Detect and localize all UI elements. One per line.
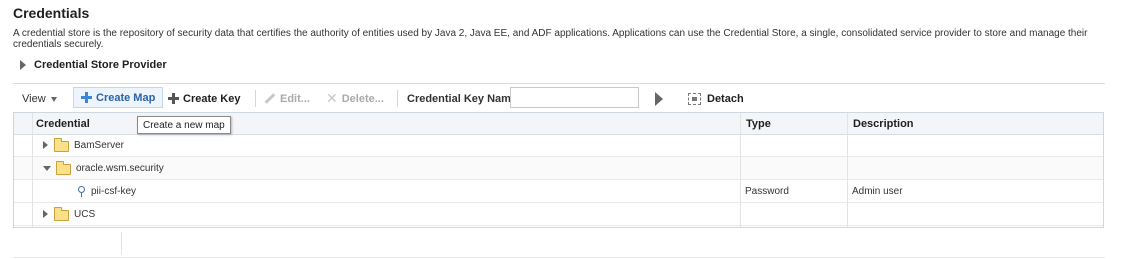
view-menu-label: View [22,92,46,105]
footer-separator [121,232,122,254]
expand-arrow-icon[interactable] [43,141,48,149]
row-header-gutter [14,113,33,227]
detach-icon [688,92,701,105]
column-divider [740,113,741,227]
detach-label: Detach [707,92,744,105]
table-row[interactable]: BamServer [14,134,1103,157]
credential-store-provider-section[interactable]: Credential Store Provider [20,58,167,72]
column-header-description[interactable]: Description [853,113,914,134]
plus-icon [168,93,179,104]
folder-icon [54,137,69,152]
table-row[interactable]: oracle.wsm.security [14,157,1103,180]
credential-name: pii-csf-key [91,185,137,197]
search-go-button[interactable] [655,86,663,111]
provider-section-label: Credential Store Provider [34,59,167,71]
delete-x-icon: ✕ [326,90,338,106]
credential-type: Password [745,185,789,197]
collapse-arrow-icon[interactable] [43,165,51,171]
credential-name: oracle.wsm.security [76,162,164,174]
toolbar: View Create Map Create Key Edit... ✕ Del… [13,86,1105,111]
table-row[interactable]: UCS [14,203,1103,226]
expand-arrow-icon[interactable] [20,60,26,70]
folder-icon [56,160,71,175]
detach-button[interactable]: Detach [688,86,744,111]
table-row[interactable]: pii-csf-key Password Admin user [14,180,1103,203]
create-map-button[interactable]: Create Map [73,87,164,108]
chevron-down-icon [50,96,57,102]
page-title: Credentials [13,5,90,21]
column-header-credential[interactable]: Credential [36,113,90,134]
delete-label: Delete... [341,92,384,105]
edit-button[interactable]: Edit... [264,86,310,111]
key-icon [78,186,85,197]
credential-name: BamServer [74,139,125,151]
divider [13,83,1105,84]
edit-label: Edit... [280,92,310,105]
create-map-label: Create Map [96,91,156,104]
create-key-label: Create Key [183,92,241,105]
pencil-icon [264,93,276,104]
page-description: A credential store is the repository of … [13,28,1088,50]
column-header-type[interactable]: Type [746,113,771,134]
create-key-button[interactable]: Create Key [168,86,240,111]
view-menu[interactable]: View [22,86,57,111]
delete-button[interactable]: ✕ Delete... [326,86,384,111]
plus-icon [81,92,92,103]
credential-key-name-label: Credential Key Name [407,92,518,105]
folder-icon [54,206,69,221]
credential-key-name-input[interactable] [510,87,639,108]
create-map-tooltip: Create a new map [137,116,231,134]
toolbar-separator [255,90,256,107]
credential-name: UCS [74,208,96,220]
credential-description: Admin user [852,185,903,197]
footer-divider [13,257,1105,258]
column-divider [847,113,848,227]
expand-arrow-icon[interactable] [43,210,48,218]
play-arrow-icon [655,91,663,106]
toolbar-separator [397,90,398,107]
